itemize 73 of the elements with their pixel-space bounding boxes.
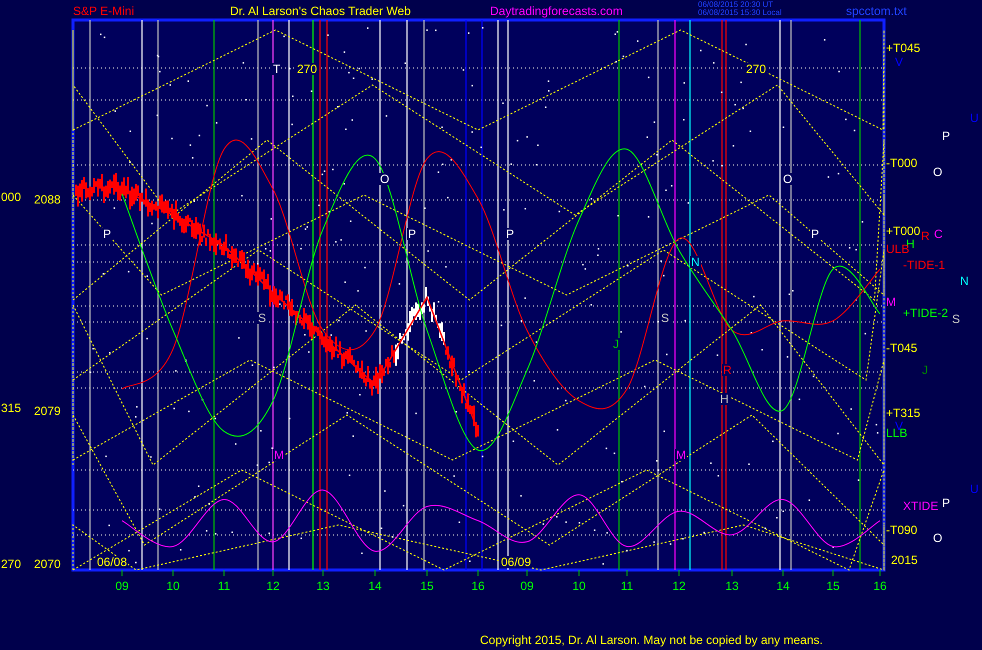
chart-marker-label: N	[690, 256, 701, 268]
hour-label: 10	[572, 579, 586, 593]
hour-label: 15	[420, 579, 434, 593]
line-label: -T090	[886, 524, 918, 536]
chart-marker-label: P	[102, 228, 112, 240]
chart-marker-label: H	[719, 393, 730, 405]
chart-marker-label: O	[782, 173, 794, 185]
timestamp: 06/08/2015 20:30 UT	[698, 1, 774, 9]
price-label: 2088	[34, 192, 61, 207]
chart-title: Dr. Al Larson's Chaos Trader Web	[230, 5, 411, 17]
chart-marker-label: J	[612, 338, 620, 350]
price-label: 2079	[34, 404, 61, 418]
hour-label: 09	[115, 579, 129, 593]
line-label: O	[933, 166, 942, 178]
hour-label: 13	[725, 579, 739, 593]
hour-label: 11	[218, 579, 230, 593]
hour-label: 12	[266, 579, 280, 593]
line-label: +T000	[886, 225, 920, 237]
line-label: U	[970, 112, 979, 124]
line-label: C	[934, 228, 943, 240]
line-label: U	[970, 483, 979, 495]
line-label: M	[886, 296, 896, 308]
line-label: J	[922, 364, 928, 376]
line-label: ULB	[886, 243, 910, 255]
chart-marker-label: M	[675, 449, 687, 461]
hour-label: 15	[826, 579, 840, 593]
hour-label: 14	[368, 579, 382, 593]
price-label: 2070	[34, 558, 61, 570]
line-label: P	[942, 130, 950, 142]
chart-marker-label: T	[272, 63, 282, 75]
line-label: 2015	[891, 554, 918, 566]
chart-marker-label: 270	[745, 63, 768, 75]
hour-label: 11	[620, 579, 634, 593]
line-label: LLB	[886, 427, 908, 439]
copyright-notice: Copyright 2015, Dr. Al Larson. May not be copied by any means.	[480, 634, 823, 646]
date-label: 06/09	[500, 556, 532, 568]
angle-label: 315	[1, 402, 22, 414]
chart-marker-label: P	[505, 228, 516, 240]
line-label: V	[895, 56, 904, 68]
line-label: R	[921, 230, 930, 242]
angle-label: 270	[1, 558, 22, 570]
line-label: +T045	[886, 42, 920, 54]
line-label: N	[960, 275, 969, 287]
file-name: spcctom.txt	[846, 5, 907, 17]
chart-marker-label: P	[810, 228, 820, 240]
series-label: +TIDE-2	[903, 307, 948, 319]
line-label: -T045	[886, 342, 918, 354]
chart-marker-label: R	[722, 364, 733, 376]
site-link[interactable]: Daytradingforecasts.com	[490, 5, 623, 17]
hour-label: 10	[166, 579, 180, 593]
hour-label: 09	[520, 579, 534, 593]
line-label: +T315	[886, 407, 920, 419]
series-label: XTIDE	[903, 500, 938, 512]
timestamp: 06/08/2015 15:30 Local	[698, 9, 782, 17]
hour-label: 16	[873, 579, 887, 593]
series-label: -TIDE-1	[903, 259, 945, 271]
chart-marker-label: S	[660, 312, 670, 324]
angle-label: 000	[1, 191, 22, 203]
series-label: S&P E-Mini	[73, 5, 134, 17]
line-label: -T000	[886, 157, 918, 169]
line-label: O	[933, 532, 942, 544]
chart-marker-label: S	[257, 312, 268, 324]
hour-label: 16	[471, 579, 485, 593]
date-label: 06/08	[96, 556, 128, 568]
chart-marker-label: P	[407, 228, 418, 240]
hour-label: 13	[316, 579, 330, 593]
hour-label: 12	[672, 579, 686, 593]
chart-marker-label: O	[379, 173, 390, 185]
chart-marker-label: 270	[296, 63, 318, 75]
hour-label: 14	[776, 579, 790, 593]
line-label: P	[942, 497, 950, 509]
chart-marker-label: M	[273, 449, 285, 461]
line-label: S	[952, 313, 960, 325]
